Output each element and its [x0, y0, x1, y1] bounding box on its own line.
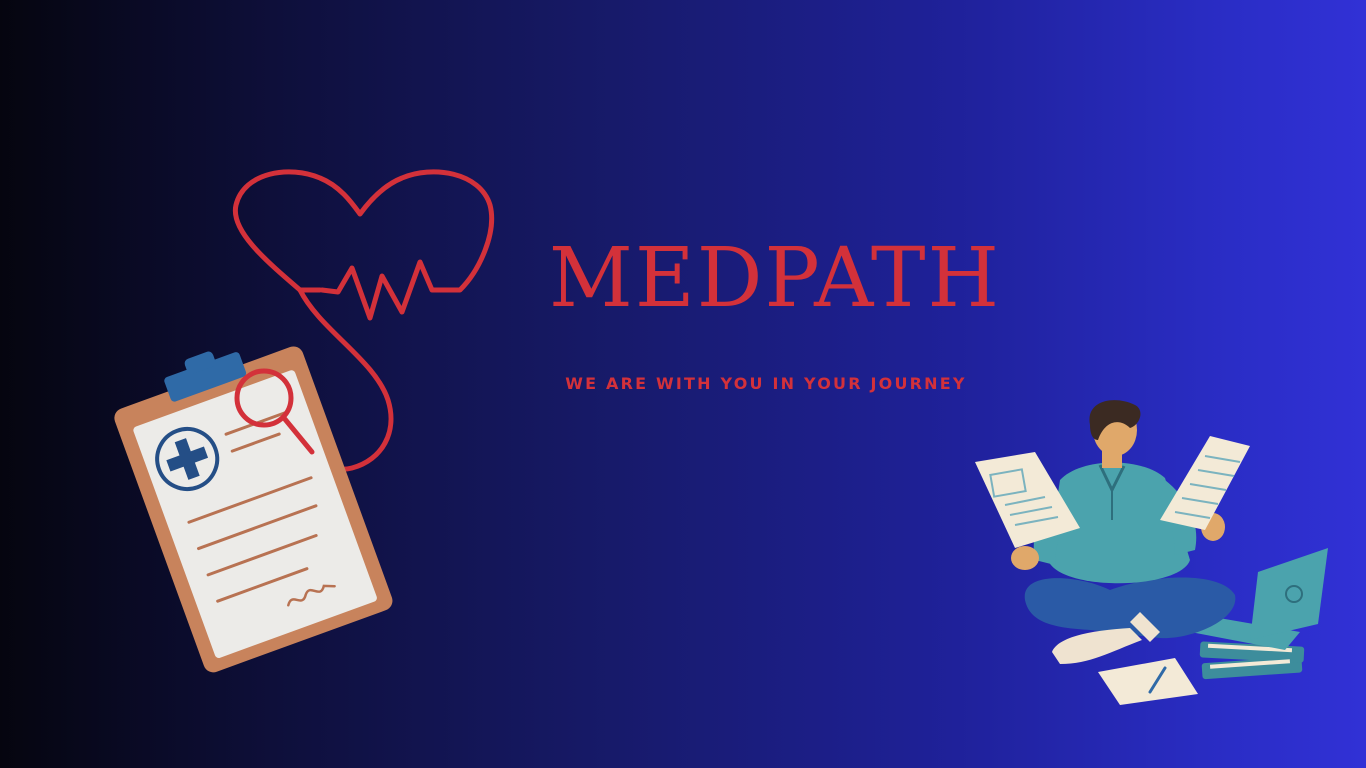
tagline: WE ARE WITH YOU IN YOUR JOURNEY [565, 374, 967, 393]
person-reading-documents-illustration [975, 400, 1328, 705]
brand-title: MEDPATH [548, 231, 1002, 326]
hero-banner: MEDPATH WE ARE WITH YOU IN YOUR JOURNEY [0, 0, 1366, 768]
